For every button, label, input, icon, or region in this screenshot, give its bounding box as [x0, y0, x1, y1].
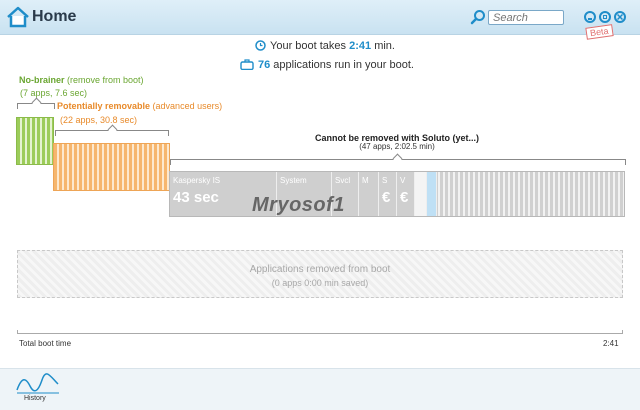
clock-icon — [255, 40, 266, 51]
removable-stats: (22 apps, 30.8 sec) — [60, 115, 138, 125]
no-brainer-bar[interactable] — [16, 117, 54, 165]
no-brainer-title: No-brainer — [19, 75, 65, 85]
beta-badge: Beta — [585, 24, 614, 40]
no-brainer-heading: No-brainer (remove from boot) — [19, 75, 144, 85]
segment-name: Kaspersky IS — [173, 176, 221, 185]
segment-name: System — [280, 176, 307, 185]
no-brainer-bracket — [17, 97, 55, 109]
segment-time: € — [382, 189, 391, 206]
no-brainer-subtitle: (remove from boot) — [64, 75, 144, 85]
cannot-stats: (47 apps, 2:02.5 min) — [359, 142, 435, 151]
removable-bracket — [55, 124, 169, 136]
maximize-icon — [603, 15, 607, 19]
cannot-bracket — [170, 153, 626, 165]
total-boot-label: Total boot time — [19, 339, 72, 348]
boot-time: 2:41 — [349, 40, 372, 52]
removed-apps-area: Applications removed from boot (0 apps 0… — [17, 250, 623, 298]
search-input[interactable] — [488, 10, 564, 25]
segment-name: Svcl — [335, 176, 351, 185]
bottom-nav — [0, 368, 640, 410]
home-icon[interactable] — [6, 5, 30, 29]
segment-time: € — [400, 189, 409, 206]
apps-summary: 76 applications run in your boot. — [240, 59, 414, 71]
segment-selected[interactable] — [427, 172, 437, 216]
segment-time: 43 sec — [173, 189, 219, 206]
segment-name: S — [382, 176, 388, 185]
cannot-bar: Kaspersky IS 43 sec System Svcl M S € V … — [169, 171, 625, 217]
history-icon[interactable] — [16, 372, 60, 394]
removable-heading: Potentially removable (advanced users) — [57, 101, 222, 111]
briefcase-icon — [240, 59, 254, 70]
search-icon[interactable] — [470, 9, 486, 25]
removable-subtitle: (advanced users) — [150, 101, 223, 111]
segment-name: V — [400, 176, 406, 185]
removable-bar[interactable] — [53, 143, 170, 191]
no-brainer-stats: (7 apps, 7.6 sec) — [20, 88, 88, 98]
minimize-icon — [588, 18, 592, 20]
close-button[interactable] — [614, 11, 626, 23]
apps-count: 76 — [258, 59, 271, 71]
segment-small[interactable] — [415, 172, 427, 216]
minimize-button[interactable] — [584, 11, 596, 23]
boot-prefix: Your boot takes — [270, 40, 350, 52]
boot-time-summary: Your boot takes 2:41 min. — [255, 40, 395, 52]
removed-title: Applications removed from boot — [249, 264, 391, 275]
boot-suffix: min. — [371, 40, 395, 52]
segment-name: M — [362, 176, 369, 185]
apps-suffix: applications run in your boot. — [270, 59, 414, 71]
watermark: Mryosof1 — [252, 194, 345, 216]
maximize-button[interactable] — [599, 11, 611, 23]
history-label[interactable]: History — [24, 395, 46, 402]
segment-s[interactable]: S € — [379, 172, 397, 216]
total-boot-end-label: 2:41 — [603, 339, 619, 348]
removable-title: Potentially removable — [57, 101, 151, 111]
page-title: Home — [32, 8, 77, 25]
segment-v[interactable]: V € — [397, 172, 415, 216]
segment-m[interactable]: M — [359, 172, 379, 216]
removed-stats: (0 apps 0:00 min saved) — [271, 278, 369, 288]
close-icon — [617, 14, 623, 20]
total-boot-timeline — [17, 330, 623, 334]
